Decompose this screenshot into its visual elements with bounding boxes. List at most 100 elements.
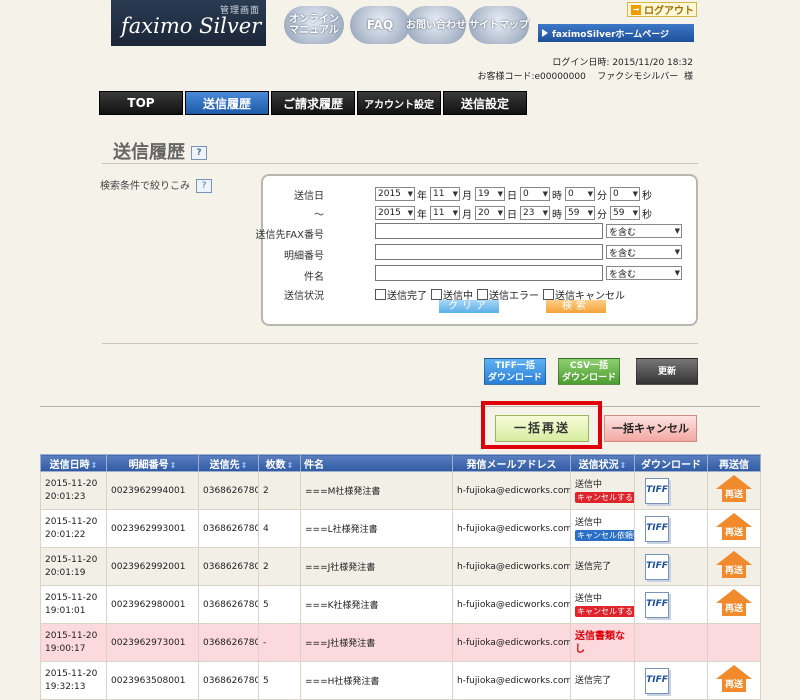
contact-button[interactable]: お問い合わせ: [406, 6, 466, 44]
cell-destination: 0368626780: [198, 661, 259, 700]
from-year-select[interactable]: 2015 ▼: [375, 187, 415, 201]
subject-match-select[interactable]: を含む ▼: [606, 266, 682, 280]
page-title-text: 送信履歴: [113, 142, 185, 163]
customer-info: お客様コード:e00000000 ファクシモシルバー 様: [477, 72, 693, 82]
chevron-down-icon: ▼: [452, 209, 458, 217]
table-header-row: 送信日時⇕ 明細番号⇕ 送信先⇕ 枚数⇕ 件名 発信メールアドレス 送信状況⇕ …: [40, 454, 761, 472]
tiff-download-icon[interactable]: TIFF: [645, 667, 669, 694]
table-row: 2015-11-20 20:01:19 0023962992001 036862678…: [40, 547, 761, 586]
from-hour-value: 0: [523, 189, 529, 199]
resend-button[interactable]: 再送: [716, 551, 752, 579]
online-manual-button[interactable]: オンライン マニュアル: [284, 6, 344, 44]
csv-bulk-download-button[interactable]: CSV一括 ダウンロード: [558, 358, 620, 385]
col-header-datetime[interactable]: 送信日時⇕: [40, 454, 107, 472]
status-filter-label: 送信状況: [284, 291, 324, 302]
to-day-select[interactable]: 20 ▼: [475, 206, 505, 220]
tiff-bulk-download-button[interactable]: TIFF一括 ダウンロード: [484, 358, 546, 385]
bulk-cancel-button[interactable]: 一括キャンセル: [604, 415, 697, 442]
to-year-select[interactable]: 2015 ▼: [375, 206, 415, 220]
refresh-button[interactable]: 更新: [636, 358, 698, 385]
from-min-select[interactable]: 0 ▼: [565, 187, 595, 201]
to-hour-select[interactable]: 23 ▼: [520, 206, 550, 220]
table-row: 2015-11-20 19:00:17 0023962973001 036862678…: [40, 623, 761, 662]
fax-match-select[interactable]: を含む ▼: [606, 224, 682, 238]
unit-hour: 時: [552, 209, 562, 221]
cell-detail-no: 0023962992001: [106, 547, 199, 586]
page-title: 送信履歴?: [113, 138, 207, 164]
col-header-destination[interactable]: 送信先⇕: [198, 454, 259, 472]
from-sec-value: 0: [613, 189, 619, 199]
resend-button[interactable]: 再送: [716, 665, 752, 693]
table-row: 2015-11-20 19:32:13 0023963508001 036862678…: [40, 661, 761, 700]
bulk-resend-button[interactable]: 一括再送: [495, 415, 589, 442]
cell-date: 2015-11-20: [45, 478, 98, 489]
sitemap-button[interactable]: サイトマップ: [469, 6, 529, 44]
tiff-download-icon[interactable]: TIFF: [645, 477, 669, 504]
logout-button[interactable]: → ログアウト: [627, 2, 697, 17]
cell-date: 2015-11-20: [45, 516, 98, 527]
cell-resend: 再送: [707, 661, 761, 700]
faximo-logo[interactable]: 管理画面 faximo Silver: [111, 0, 266, 46]
checkbox[interactable]: [477, 288, 488, 300]
detail-number-input[interactable]: [375, 244, 603, 260]
cell-time: 20:01:23: [45, 491, 86, 502]
faq-button[interactable]: FAQ: [350, 6, 410, 44]
help-icon[interactable]: ?: [196, 179, 212, 193]
table-row: 2015-11-20 20:01:22 0023962993001 036862678…: [40, 509, 761, 548]
to-min-select[interactable]: 59 ▼: [565, 206, 595, 220]
cell-destination: 0368626780: [198, 623, 259, 662]
checkbox[interactable]: [375, 288, 386, 300]
cancel-button[interactable]: キャンセルする: [575, 492, 634, 503]
tiff-download-icon[interactable]: TIFF: [645, 591, 669, 618]
subject-label: 件名: [304, 272, 324, 283]
col-header-detail-no[interactable]: 明細番号⇕: [106, 454, 199, 472]
from-hour-select[interactable]: 0 ▼: [520, 187, 550, 201]
resend-button[interactable]: 再送: [716, 513, 752, 541]
to-min-value: 59: [568, 208, 580, 218]
tab-account-settings[interactable]: アカウント設定: [357, 91, 441, 115]
resend-button[interactable]: 再送: [716, 475, 752, 503]
unit-sec: 秒: [642, 209, 652, 221]
to-month-select[interactable]: 11 ▼: [430, 206, 460, 220]
from-day-select[interactable]: 19 ▼: [475, 187, 505, 201]
col-header-status[interactable]: 送信状況⇕: [570, 454, 635, 472]
tab-top[interactable]: TOP: [99, 91, 183, 115]
cell-destination: 0368626780: [198, 509, 259, 548]
chevron-down-icon: ▼: [632, 209, 638, 217]
clear-button[interactable]: クリア: [439, 300, 499, 313]
tiff-download-icon[interactable]: TIFF: [645, 553, 669, 580]
detail-match-select[interactable]: を含む ▼: [606, 245, 682, 259]
col-header-label: ダウンロード: [641, 459, 701, 471]
homepage-link[interactable]: faximoSilverホームページ: [538, 24, 694, 42]
tab-send-settings[interactable]: 送信設定: [443, 91, 527, 115]
cell-time: 19:00:17: [45, 643, 86, 654]
tiff-download-icon[interactable]: TIFF: [645, 515, 669, 542]
cell-detail-no: 0023962993001: [106, 509, 199, 548]
col-header-label: 枚数: [265, 459, 286, 471]
from-day-value: 19: [478, 189, 490, 199]
resend-button[interactable]: 再送: [716, 589, 752, 617]
col-header-label: 送信日時: [49, 459, 90, 471]
cell-email: h-fujioka@edicworks.com: [452, 509, 571, 548]
checkbox[interactable]: [543, 288, 554, 300]
from-month-select[interactable]: 11 ▼: [430, 187, 460, 201]
col-header-subject: 件名: [300, 454, 453, 472]
cancel-button[interactable]: キャンセルする: [575, 606, 634, 617]
sort-icon: ⇕: [169, 460, 177, 470]
divider: [102, 163, 698, 164]
from-sec-select[interactable]: 0 ▼: [610, 187, 640, 201]
subject-input[interactable]: [375, 265, 603, 281]
cell-download: [634, 623, 708, 662]
tab-send-history[interactable]: 送信履歴: [185, 91, 269, 115]
fax-number-input[interactable]: [375, 223, 603, 239]
chevron-down-icon: ▼: [632, 190, 638, 198]
status-check-completed[interactable]: 送信完了: [375, 287, 427, 302]
cell-subject: ===M社様発注書: [300, 471, 453, 510]
search-button[interactable]: 検索: [546, 300, 606, 313]
help-icon[interactable]: ?: [191, 146, 207, 160]
to-sec-select[interactable]: 59 ▼: [610, 206, 640, 220]
tab-billing-history[interactable]: ご請求履歴: [271, 91, 355, 115]
checkbox[interactable]: [431, 288, 442, 300]
contact-label: お問い合わせ: [406, 19, 466, 31]
col-header-pages[interactable]: 枚数⇕: [258, 454, 301, 472]
